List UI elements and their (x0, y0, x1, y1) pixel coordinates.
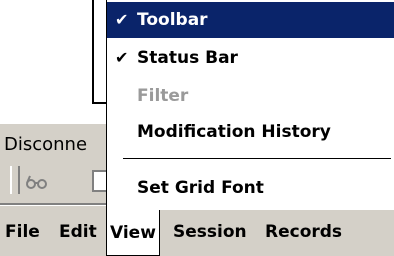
menu-item-label: Status Bar (137, 48, 238, 68)
menu-edit[interactable]: Edit (58, 220, 98, 244)
glasses-icon[interactable] (26, 175, 48, 189)
menu-session[interactable]: Session (172, 220, 248, 244)
menu-item-label: Set Grid Font (137, 178, 264, 198)
menu-item-status-bar[interactable]: ✔ Status Bar (107, 40, 394, 76)
connection-status: Disconne (4, 134, 88, 155)
menu-item-label: Modification History (137, 122, 331, 142)
check-icon: ✔ (115, 10, 129, 29)
menu-item-modification-history[interactable]: Modification History (107, 114, 394, 150)
menu-file[interactable]: File (4, 220, 41, 244)
menu-view[interactable]: View (106, 210, 160, 256)
view-menu-dropdown: ✔ Toolbar ✔ Status Bar Filter Modificati… (106, 0, 394, 210)
check-icon: ✔ (115, 48, 129, 67)
connector-line (92, 0, 94, 104)
menu-separator (123, 158, 391, 159)
grip-icon[interactable] (10, 166, 20, 194)
menu-item-label: Filter (137, 86, 189, 106)
menu-records[interactable]: Records (264, 220, 343, 244)
menu-item-label: Toolbar (137, 10, 208, 30)
menu-item-filter: Filter (107, 78, 394, 114)
menu-bar: File Edit View Session Records (0, 210, 394, 256)
menu-item-toolbar[interactable]: ✔ Toolbar (107, 2, 394, 38)
menu-item-set-grid-font[interactable]: Set Grid Font (107, 170, 394, 206)
